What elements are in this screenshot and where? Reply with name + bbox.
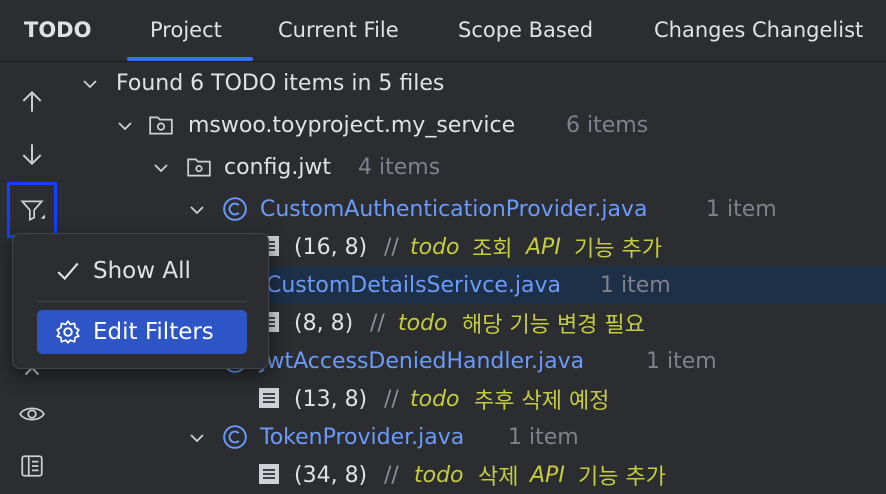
file-count: 1 item: [646, 348, 717, 374]
package-name: config.jwt: [224, 154, 332, 180]
menu-separator: [37, 301, 247, 302]
chevron-down-icon[interactable]: [81, 74, 99, 92]
filter-popup-menu: Show All Edit Filters: [12, 233, 269, 369]
eye-icon: [19, 407, 45, 421]
chevron-down-icon[interactable]: [116, 116, 134, 134]
tab-scope-based[interactable]: Scope Based: [458, 18, 593, 42]
tree-module[interactable]: mswoo.toyproject.my_service 6 items: [64, 106, 886, 144]
comment-slash: //: [370, 310, 385, 336]
tab-project[interactable]: Project: [150, 18, 222, 42]
todo-line-icon: [258, 387, 280, 409]
file-name: TokenProvider.java: [260, 424, 465, 450]
comment-slash: //: [384, 462, 399, 488]
chevron-down-icon[interactable]: [188, 428, 206, 446]
tree-file[interactable]: TokenProvider.java 1 item: [64, 418, 886, 456]
tree-package[interactable]: config.jwt 4 items: [64, 148, 886, 186]
file-count: 1 item: [508, 424, 579, 450]
todo-keyword: todo: [398, 310, 448, 336]
module-count: 6 items: [566, 112, 649, 138]
file-name: CustomDetailsSerivce.java: [266, 272, 561, 298]
active-tab-indicator: [127, 57, 253, 61]
todo-rest: 기능 추가: [574, 237, 662, 262]
menu-item-edit-filters[interactable]: Edit Filters: [37, 310, 247, 354]
todo-rest: 기능 추가: [578, 465, 666, 490]
todo-location: (34, 8): [294, 462, 368, 488]
file-count: 1 item: [600, 272, 671, 298]
preview-source-button[interactable]: [10, 444, 54, 488]
file-name: JwtAccessDeniedHandler.java: [260, 348, 585, 374]
tab-bar: TODO Project Current File Scope Based Ch…: [0, 0, 886, 62]
todo-api: API: [530, 462, 565, 488]
todo-keyword: todo: [410, 234, 460, 260]
tab-current-file[interactable]: Current File: [278, 18, 399, 42]
menu-item-label: Edit Filters: [93, 319, 214, 345]
todo-keyword: todo: [414, 462, 464, 488]
chevron-down-icon[interactable]: [188, 200, 206, 218]
preview-toggle-button[interactable]: [10, 392, 54, 436]
module-folder-icon: [148, 112, 174, 138]
todo-api: API: [526, 234, 561, 260]
previous-todo-button[interactable]: [10, 80, 54, 124]
file-name: CustomAuthenticationProvider.java: [260, 196, 648, 222]
todo-location: (8, 8): [294, 310, 354, 336]
menu-item-label: Show All: [93, 258, 191, 284]
arrow-up-icon: [22, 90, 42, 112]
todo-text: 삭제: [478, 465, 519, 490]
tab-changes-changelist[interactable]: Changes Changelist: [654, 18, 863, 42]
todo-keyword: todo: [410, 386, 460, 412]
module-name: mswoo.toyproject.my_service: [188, 112, 516, 138]
comment-slash: //: [384, 386, 399, 412]
todo-line-icon: [258, 463, 280, 485]
next-todo-button[interactable]: [10, 132, 54, 176]
class-icon: [222, 196, 248, 222]
chevron-down-icon[interactable]: [152, 158, 170, 176]
filter-todo-button[interactable]: [7, 182, 57, 238]
gear-icon: [55, 319, 81, 345]
class-icon: [222, 424, 248, 450]
tool-window-title: TODO: [24, 18, 92, 42]
todo-text: 조회: [472, 237, 513, 262]
todo-item[interactable]: (13, 8) // todo 추후 삭제 예정: [64, 380, 886, 418]
todo-item[interactable]: (34, 8) // todo 삭제 API 기능 추가: [64, 456, 886, 494]
tree-file[interactable]: CustomAuthenticationProvider.java 1 item: [64, 190, 886, 228]
menu-item-show-all[interactable]: Show All: [37, 249, 247, 293]
tree-root-label: Found 6 TODO items in 5 files: [116, 70, 445, 96]
arrow-down-icon: [22, 144, 42, 166]
tree-root[interactable]: Found 6 TODO items in 5 files: [64, 64, 886, 102]
comment-slash: //: [384, 234, 399, 260]
filter-icon: [20, 200, 45, 222]
check-icon: [55, 258, 81, 284]
preview-icon: [21, 455, 43, 477]
file-count: 1 item: [706, 196, 777, 222]
todo-text: 추후 삭제 예정: [474, 389, 610, 414]
todo-text: 해당 기능 변경 필요: [462, 313, 645, 338]
todo-location: (13, 8): [294, 386, 368, 412]
todo-location: (16, 8): [294, 234, 368, 260]
package-count: 4 items: [358, 154, 441, 180]
package-folder-icon: [186, 154, 212, 180]
